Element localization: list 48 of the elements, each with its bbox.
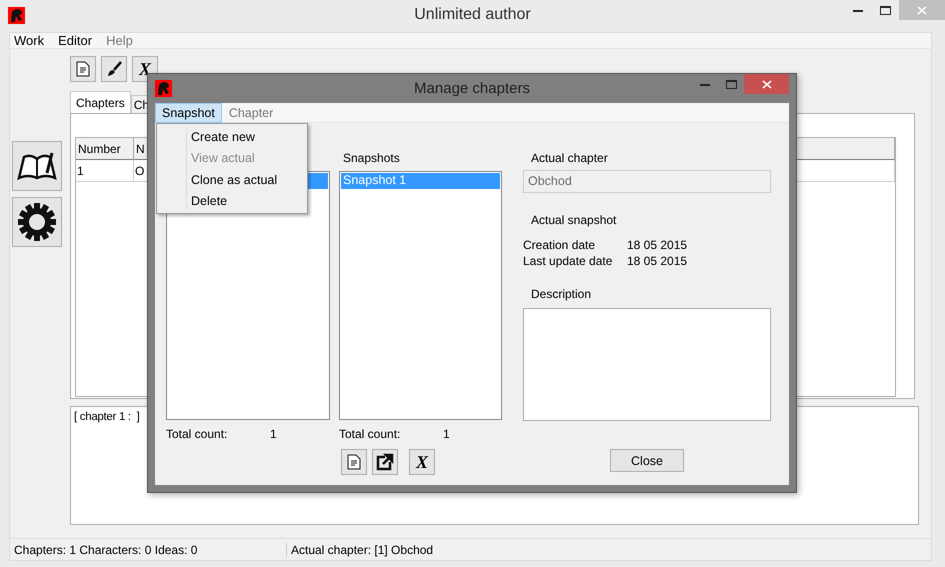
status-counts: Chapters: 1 Characters: 0 Ideas: 0 bbox=[10, 542, 287, 556]
close-dialog-button[interactable]: Close bbox=[610, 449, 684, 472]
total-count-value: 1 bbox=[443, 427, 450, 441]
close-icon bbox=[917, 6, 927, 14]
gear-icon bbox=[17, 202, 57, 242]
new-document-button[interactable] bbox=[341, 449, 367, 475]
chapters-button[interactable] bbox=[12, 141, 62, 191]
window-title: Unlimited author bbox=[414, 6, 531, 24]
menu-item[interactable]: Chapter bbox=[222, 102, 280, 122]
brush-button[interactable] bbox=[101, 56, 127, 82]
document-icon bbox=[347, 454, 361, 470]
total-count-value: 1 bbox=[270, 427, 277, 441]
settings-button[interactable] bbox=[12, 197, 62, 247]
field-label: Creation date bbox=[523, 237, 596, 253]
app-logo-icon bbox=[155, 80, 172, 97]
menu-item[interactable]: Editor bbox=[58, 33, 92, 48]
maximize-icon bbox=[726, 80, 736, 88]
field-value: 18 05 2015 bbox=[627, 253, 688, 269]
close-icon bbox=[762, 80, 772, 88]
document-icon bbox=[76, 61, 90, 77]
close-button[interactable] bbox=[744, 74, 789, 94]
book-icon bbox=[17, 151, 57, 181]
minimize-icon bbox=[700, 82, 710, 86]
total-count-label: Total count: bbox=[339, 427, 402, 441]
brush-icon bbox=[106, 61, 122, 77]
menu-item[interactable]: Delete bbox=[187, 192, 307, 213]
app-logo-icon bbox=[8, 6, 25, 24]
field-label: Last update date bbox=[523, 253, 614, 269]
menu-item[interactable]: Snapshot bbox=[155, 102, 222, 122]
status-actual-chapter: Actual chapter: [1] Obchod bbox=[290, 542, 434, 556]
maximize-icon bbox=[880, 6, 890, 14]
minimize-icon bbox=[853, 8, 863, 12]
export-button[interactable] bbox=[372, 449, 398, 475]
delete-button[interactable]: X bbox=[409, 449, 435, 475]
menu-item[interactable]: Create new bbox=[187, 128, 307, 150]
dialog-title: Manage chapters bbox=[414, 80, 530, 97]
description-field[interactable] bbox=[523, 308, 771, 421]
menu-item[interactable]: Work bbox=[14, 33, 44, 48]
total-count-label: Total count: bbox=[166, 427, 228, 441]
field-value: 18 05 2015 bbox=[627, 237, 688, 253]
actual-chapter-field[interactable]: Obchod bbox=[523, 170, 771, 193]
table-cell: 1 bbox=[76, 160, 134, 182]
tab[interactable]: Chapters bbox=[70, 91, 131, 114]
actual-snapshot-label: Actual snapshot bbox=[530, 212, 618, 227]
column-header[interactable]: Number bbox=[76, 138, 134, 160]
export-icon bbox=[376, 453, 394, 471]
new-document-button[interactable] bbox=[70, 56, 96, 82]
description-label: Description bbox=[530, 286, 592, 301]
